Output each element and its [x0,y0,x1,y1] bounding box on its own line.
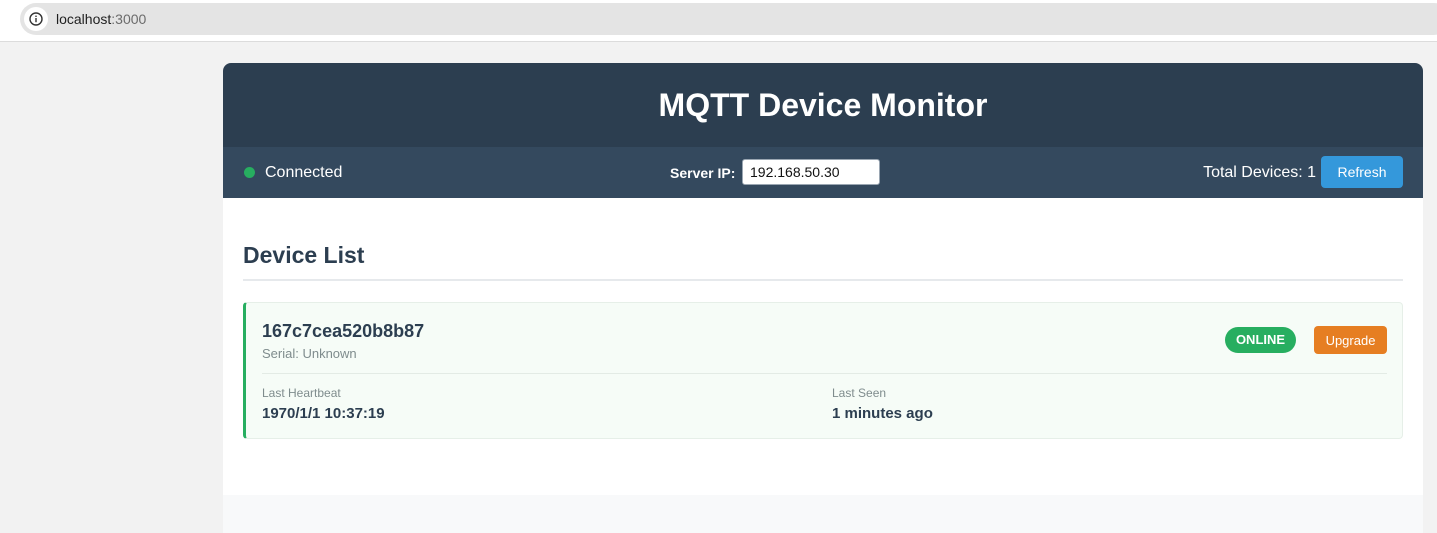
device-list-title: Device List [243,242,365,268]
page-title: MQTT Device Monitor [658,87,988,123]
connection-status-dot-icon [244,167,255,178]
server-ip-label: Server IP: [670,165,736,181]
app-header: MQTT Device Monitor [223,63,1423,147]
card-divider [262,373,1387,374]
status-badge: ONLINE [1225,327,1296,353]
device-id: 167c7cea520b8b87 [262,321,425,341]
server-ip-input[interactable] [742,159,880,185]
url-host: localhost [56,11,112,27]
device-card: 167c7cea520b8b87 Serial: Unknown ONLINE … [243,302,1403,439]
main-content: Device List 167c7cea520b8b87 Serial: Unk… [223,198,1423,495]
connection-status-text: Connected [265,164,343,181]
last-seen-value: 1 minutes ago [832,405,933,422]
address-bar[interactable]: localhost:3000 [20,3,1437,35]
total-devices-count: Total Devices: 1 [1203,164,1316,181]
url-port: :3000 [111,11,147,27]
refresh-button[interactable]: Refresh [1321,156,1403,188]
app-container: MQTT Device Monitor Connected Server IP:… [223,63,1423,533]
status-bar: Connected Server IP: Total Devices: 1 Re… [223,147,1423,198]
device-serial: Serial: Unknown [262,346,357,361]
card-footer [223,495,1423,533]
browser-toolbar: localhost:3000 [0,0,1437,42]
section-divider [243,279,1403,281]
url-text[interactable]: localhost:3000 [56,11,146,27]
info-icon[interactable] [24,7,48,31]
last-seen-label: Last Seen [832,386,887,400]
upgrade-button[interactable]: Upgrade [1314,326,1387,354]
last-heartbeat-label: Last Heartbeat [262,386,341,400]
last-heartbeat-value: 1970/1/1 10:37:19 [262,405,385,422]
